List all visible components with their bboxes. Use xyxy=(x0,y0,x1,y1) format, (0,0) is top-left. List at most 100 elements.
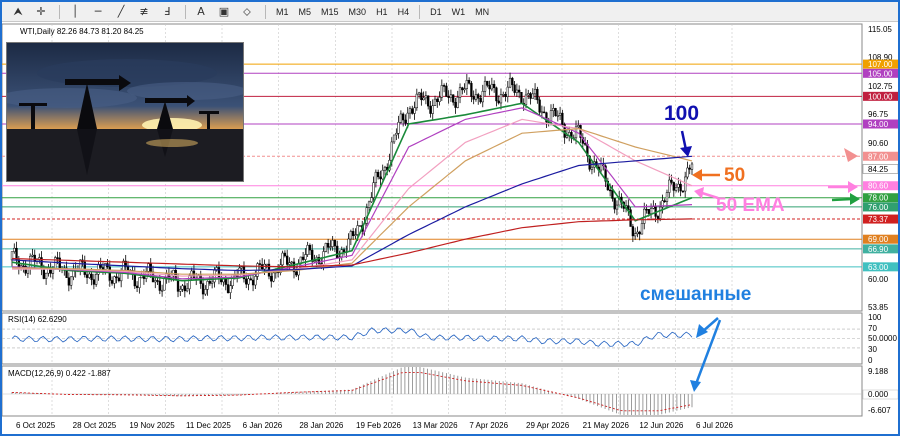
tf-d1[interactable]: D1 xyxy=(425,7,447,17)
price-badges: 107.00105.00 100.00 94.00 87.00 84.25 80.60 78… xyxy=(862,59,898,272)
candle-body xyxy=(31,254,34,257)
candle-body xyxy=(558,112,562,116)
shapes-icon[interactable]: ⬦ xyxy=(237,3,257,21)
candle-body xyxy=(554,108,557,116)
candle-body xyxy=(531,93,534,99)
text-tool-icon[interactable]: A xyxy=(191,3,211,21)
candle-body xyxy=(513,84,516,93)
candle-body xyxy=(538,99,541,113)
candle-body xyxy=(181,285,184,290)
candle-body xyxy=(379,176,382,180)
candle-body xyxy=(149,263,152,273)
candle-body xyxy=(336,245,339,259)
macd-tick: 9.188 xyxy=(868,367,889,376)
candle-body xyxy=(342,249,346,253)
candle-body xyxy=(188,275,191,290)
date-label: 28 Oct 2025 xyxy=(73,421,117,430)
candle-body xyxy=(458,87,462,98)
candle-body xyxy=(231,274,234,287)
toolbar-separator xyxy=(185,4,186,19)
candle-body xyxy=(565,135,569,138)
candle-body xyxy=(508,77,512,88)
candle-body xyxy=(413,107,416,114)
date-label: 6 Oct 2025 xyxy=(16,421,56,430)
candle-body xyxy=(15,247,18,260)
tf-w1[interactable]: W1 xyxy=(447,7,471,17)
cursor-icon[interactable]: ⮝ xyxy=(8,3,28,21)
candle-body xyxy=(452,94,455,103)
rsi-tick: 0 xyxy=(868,356,873,365)
date-label: 12 Jun 2026 xyxy=(639,421,684,430)
candle-body xyxy=(281,252,284,266)
candle-body xyxy=(608,189,612,192)
candle-body xyxy=(486,80,489,86)
candle-body xyxy=(681,190,685,193)
candle-body xyxy=(397,122,400,134)
candle-body xyxy=(659,206,662,219)
tf-mn[interactable]: MN xyxy=(470,7,494,17)
candle-body xyxy=(445,85,448,97)
price-badge-label: 78.00 xyxy=(868,194,889,203)
vertical-line-icon[interactable]: │ xyxy=(65,3,85,21)
candle-body xyxy=(272,272,275,282)
candle-body xyxy=(117,277,121,282)
candle-body xyxy=(504,94,507,97)
candle-body xyxy=(226,284,230,293)
candle-body xyxy=(552,108,555,111)
candle-body xyxy=(684,176,687,192)
price-badge-label: 107.00 xyxy=(868,60,893,69)
candle-body xyxy=(92,279,96,285)
candle-body xyxy=(286,255,289,265)
candle-body xyxy=(390,141,393,161)
candle-body xyxy=(415,93,418,109)
price-tick: 60.00 xyxy=(868,275,889,284)
candle-body xyxy=(438,97,441,102)
text-label-icon[interactable]: ▣ xyxy=(214,3,234,21)
candle-body xyxy=(420,92,423,101)
candle-body xyxy=(206,281,209,290)
candle-body xyxy=(383,166,387,171)
candle-body xyxy=(520,92,523,104)
date-label: 21 May 2026 xyxy=(583,421,630,430)
crosshair-icon[interactable]: ✛ xyxy=(31,3,51,21)
candle-body xyxy=(172,269,175,276)
candle-body xyxy=(645,208,648,211)
candle-body xyxy=(13,247,16,252)
candle-body xyxy=(377,171,380,178)
tf-m5[interactable]: M5 xyxy=(294,7,317,17)
date-axis: 6 Oct 2025 28 Oct 2025 19 Nov 2025 11 Dec 2… xyxy=(16,421,733,430)
candle-body xyxy=(374,171,378,183)
candle-body xyxy=(110,280,114,284)
tf-h1[interactable]: H1 xyxy=(371,7,393,17)
tf-m30[interactable]: M30 xyxy=(344,7,372,17)
horizontal-line-icon[interactable]: ─ xyxy=(88,3,108,21)
candle-body xyxy=(208,281,212,284)
candle-body xyxy=(424,95,428,99)
candle-body xyxy=(461,87,464,91)
candle-body xyxy=(429,105,432,114)
candle-body xyxy=(631,226,635,237)
annotation-50ema: 50 EMA xyxy=(716,195,785,216)
tf-h4[interactable]: H4 xyxy=(393,7,415,17)
candle-body xyxy=(224,278,227,285)
candle-body xyxy=(481,90,484,103)
tf-m15[interactable]: M15 xyxy=(316,7,344,17)
candle-body xyxy=(561,112,564,125)
candle-body xyxy=(306,244,309,255)
candle-body xyxy=(163,277,166,291)
fibonacci-icon[interactable]: Ⅎ xyxy=(157,3,177,21)
channel-icon[interactable]: ≢ xyxy=(134,3,154,21)
price-badge-label: 100.00 xyxy=(868,92,893,101)
candle-body xyxy=(611,189,614,199)
trend-line-icon[interactable]: ╱ xyxy=(111,3,131,21)
tf-m1[interactable]: M1 xyxy=(271,7,294,17)
candle-body xyxy=(138,277,141,288)
candle-body xyxy=(686,167,689,178)
candle-body xyxy=(433,98,437,106)
candle-body xyxy=(367,201,371,208)
candle-body xyxy=(69,276,73,286)
candle-body xyxy=(304,254,307,260)
candle-body xyxy=(502,94,505,96)
candle-body xyxy=(158,280,161,291)
candle-body xyxy=(536,88,539,101)
